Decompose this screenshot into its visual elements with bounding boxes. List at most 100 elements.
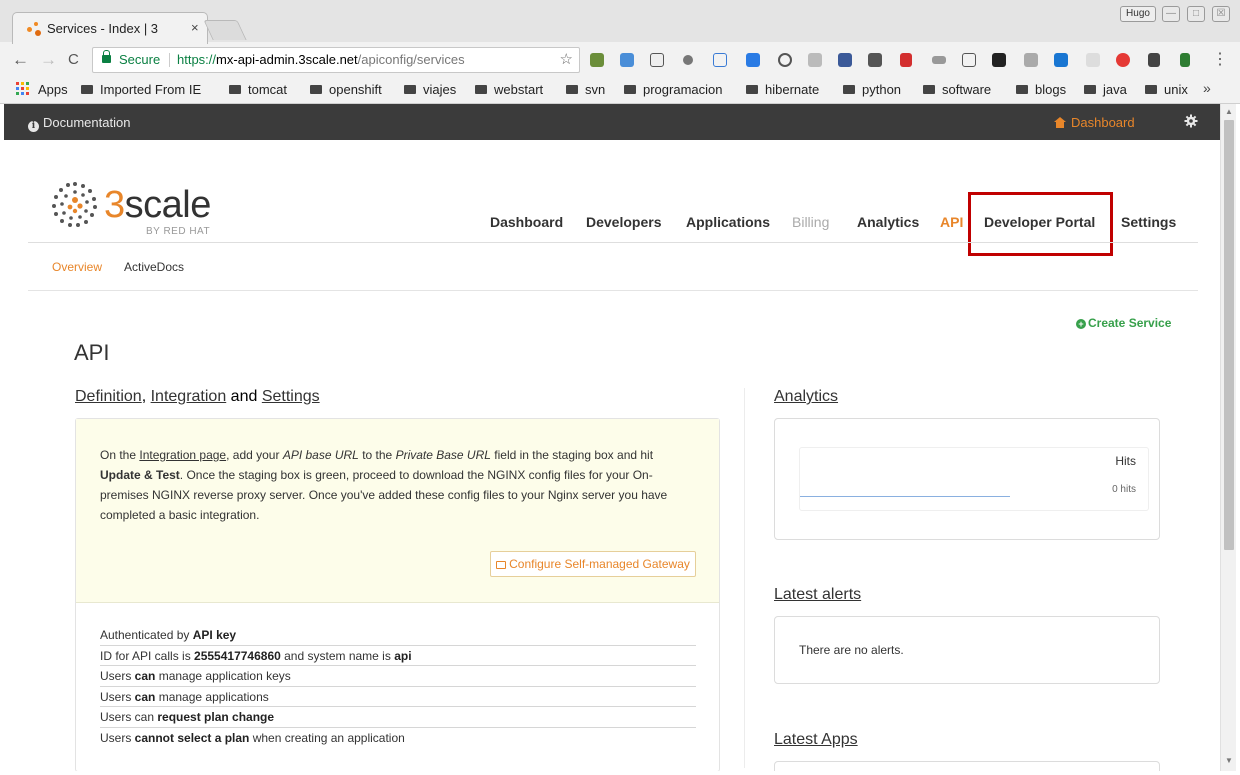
bookmark-folder[interactable]: unix [1145,82,1188,97]
definition-link[interactable]: Definition [75,388,142,405]
tab-close-icon[interactable]: × [191,20,199,35]
nav-dashboard[interactable]: Dashboard [490,214,563,230]
adblock-icon[interactable] [1116,53,1130,67]
column-divider [744,388,745,768]
latest-apps-heading-link[interactable]: Latest Apps [774,731,858,749]
latest-alerts-heading-link[interactable]: Latest alerts [774,586,861,604]
bookmark-label: tomcat [248,82,288,97]
logo-three: 3 [104,184,125,226]
folder-icon [81,85,93,94]
bookmark-folder[interactable]: programacion [624,82,723,97]
settings-link[interactable]: Settings [262,388,320,405]
prop-value: can [134,689,156,704]
extension-icon[interactable] [1024,53,1038,67]
heading-comma: , [141,388,147,405]
page-scrollbar[interactable]: ▲ ▼ [1220,104,1236,771]
bookmark-folder[interactable]: webstart [475,82,543,97]
create-service-link[interactable]: + Create Service [1076,316,1171,330]
dashboard-link[interactable]: Dashboard [1054,115,1135,130]
extension-icon[interactable] [778,53,792,67]
bookmark-folder[interactable]: hibernate [746,82,819,97]
bookmark-apps[interactable]: Apps [38,82,68,97]
browser-tab[interactable]: Services - Index | 3 × [12,12,208,44]
apps-grid-icon[interactable] [16,82,29,95]
back-button[interactable]: ← [12,50,29,70]
minimize-button[interactable]: — [1162,6,1180,22]
url-text: https://mx-api-admin.3scale.net/apiconfi… [177,48,465,72]
prop-text: manage application keys [155,669,291,683]
bookmark-label: software [942,82,992,97]
extension-icon[interactable] [620,53,634,67]
bookmarks-overflow-icon[interactable]: » [1203,80,1211,96]
extension-icon[interactable] [1054,53,1068,67]
info-text: field in the staging box and hit [490,448,654,462]
prop-text: and system name is [280,648,395,663]
bookmark-folder[interactable]: viajes [404,82,456,97]
integration-info-box: On the Integration page, add your API ba… [76,419,719,603]
nav-applications[interactable]: Applications [686,214,770,230]
reload-button[interactable]: C [68,51,79,68]
extension-icon[interactable] [590,53,604,67]
bookmark-star-icon[interactable]: ☆ [560,48,573,72]
bookmark-folder[interactable]: python [843,82,901,97]
nav-api[interactable]: API [940,214,963,230]
extension-icon[interactable] [650,53,664,67]
extension-icon[interactable] [992,53,1006,67]
integration-page-link[interactable]: Integration page [139,448,226,462]
nav-analytics[interactable]: Analytics [857,214,919,230]
extension-icon[interactable] [1086,53,1100,67]
bookmark-folder[interactable]: openshift [310,82,382,97]
forward-button[interactable]: → [40,50,57,70]
extension-icon[interactable] [868,53,882,67]
info-text: to the [358,448,396,462]
nav-settings[interactable]: Settings [1121,214,1176,230]
address-bar[interactable]: Secure https://mx-api-admin.3scale.net/a… [92,47,580,73]
scroll-down-icon[interactable]: ▼ [1225,756,1233,765]
close-window-button[interactable]: ☒ [1212,6,1230,22]
info-emphasis: API base URL [282,448,359,462]
extension-icon[interactable] [713,53,727,67]
extension-icon[interactable] [932,56,946,64]
extension-icon[interactable] [962,53,976,67]
documentation-link[interactable]: i Documentation [28,115,130,132]
profile-badge[interactable]: Hugo [1120,6,1156,22]
info-icon: i [28,121,39,132]
configure-gateway-button[interactable]: Configure Self-managed Gateway [490,551,696,577]
extension-icon[interactable] [1148,53,1160,67]
tab-strip: Services - Index | 3 × Hugo — □ ☒ [0,0,1240,44]
analytics-heading-link[interactable]: Analytics [774,388,838,406]
nav-billing[interactable]: Billing [792,214,829,230]
logo-tagline: BY RED HAT [146,226,211,237]
bookmark-folder[interactable]: software [923,82,991,97]
bookmark-label: webstart [494,82,544,97]
hits-chart: Hits 0 hits [799,447,1149,511]
prop-text: when creating an application [249,730,405,745]
bookmark-folder[interactable]: Imported From IE [81,82,201,97]
gear-icon[interactable] [1184,114,1198,128]
maximize-button[interactable]: □ [1187,6,1205,22]
bookmark-folder[interactable]: svn [566,82,605,97]
latest-apps-panel [774,761,1160,771]
bookmark-folder[interactable]: blogs [1016,82,1066,97]
secure-label: Secure [119,52,161,67]
bookmark-label: viajes [423,82,457,97]
subnav-overview[interactable]: Overview [52,260,102,274]
lock-icon [102,50,111,63]
extension-icon[interactable] [900,53,912,67]
bookmark-folder[interactable]: tomcat [229,82,287,97]
scroll-up-icon[interactable]: ▲ [1225,107,1233,116]
3scale-logo[interactable]: 3scale BY RED HAT [50,178,220,237]
scrollbar-thumb[interactable] [1224,120,1234,550]
integration-link[interactable]: Integration [151,388,227,405]
bookmark-folder[interactable]: java [1084,82,1127,97]
browser-menu-icon[interactable]: ⋮ [1212,49,1228,69]
extension-icon[interactable] [746,53,760,67]
nav-developers[interactable]: Developers [586,214,661,230]
extension-icon[interactable] [808,53,822,67]
list-item: Users can manage application keys [100,666,696,687]
extension-icon[interactable] [683,55,693,65]
new-tab-button[interactable] [203,20,247,40]
subnav-activedocs[interactable]: ActiveDocs [124,260,184,274]
extension-icon[interactable] [838,53,852,67]
eyedropper-icon[interactable] [1180,53,1190,67]
